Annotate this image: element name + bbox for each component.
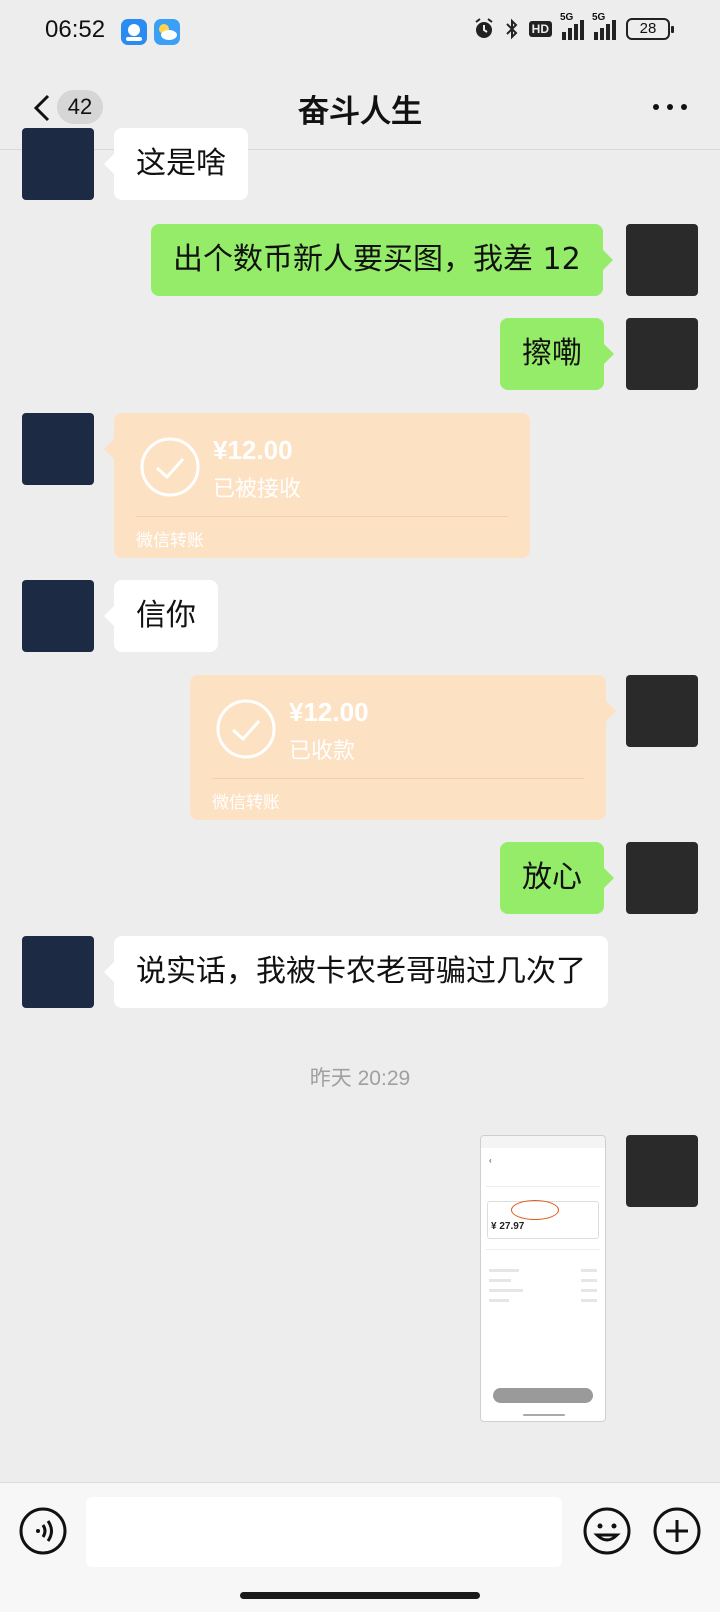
divider <box>212 778 584 779</box>
transfer-label: 微信转账 <box>136 531 204 551</box>
check-circle-icon <box>216 699 276 759</box>
contact-avatar[interactable] <box>22 936 94 1008</box>
my-avatar[interactable] <box>626 224 698 296</box>
alarm-icon <box>475 18 493 38</box>
chat-header: 42 奋斗人生 <box>0 64 720 150</box>
transfer-amount: ¥12.00 <box>289 697 369 727</box>
image-message[interactable]: ‹ ¥ 27.97 <box>480 1135 606 1422</box>
my-avatar[interactable] <box>626 1135 698 1207</box>
message-bubble[interactable]: 出个数币新人要买图，我差 12 <box>151 224 613 296</box>
weather-icon <box>154 19 180 45</box>
contact-avatar[interactable] <box>22 580 94 652</box>
my-avatar[interactable] <box>626 318 698 390</box>
thumbnail-status-bar <box>481 1136 605 1148</box>
chat-title: 奋斗人生 <box>298 94 422 130</box>
thumbnail-button <box>493 1388 593 1403</box>
emoji-icon[interactable] <box>582 1506 632 1556</box>
more-dots-icon[interactable] <box>650 92 690 122</box>
bluetooth-icon <box>505 18 518 40</box>
message-bubble[interactable]: 放心 <box>500 842 614 914</box>
contact-avatar[interactable] <box>22 128 94 200</box>
transfer-card[interactable]: ¥12.00 已被接收 微信转账 <box>104 413 530 558</box>
message-bubble[interactable]: 说实话，我被卡农老哥骗过几次了 <box>104 936 608 1008</box>
thumbnail-text-line <box>489 1279 511 1282</box>
app-notification-icon <box>121 19 147 45</box>
status-bar: 06:52 HD 5G 5G 28 <box>0 0 720 64</box>
thumbnail-text-line <box>489 1299 509 1302</box>
transfer-label: 微信转账 <box>212 793 280 813</box>
transfer-status: 已收款 <box>289 739 356 764</box>
message-input[interactable] <box>86 1497 562 1567</box>
my-avatar[interactable] <box>626 675 698 747</box>
battery-indicator: 28 <box>626 18 674 40</box>
thumbnail-back-icon: ‹ <box>489 1156 492 1165</box>
signal-icon: 5G <box>592 12 616 40</box>
voice-icon[interactable] <box>18 1506 68 1556</box>
thumbnail-text-line <box>489 1289 523 1292</box>
thumbnail-text-line <box>581 1279 597 1282</box>
signal-icon: 5G <box>560 12 584 40</box>
signal-type: 5G <box>560 12 574 23</box>
divider <box>136 516 508 517</box>
hd-voice-badge: HD <box>528 21 552 37</box>
message-bubble[interactable]: 信你 <box>104 580 218 652</box>
thumbnail-amount: ¥ 27.97 <box>491 1221 525 1232</box>
thumbnail-text-line <box>581 1289 597 1292</box>
message-bubble[interactable]: 这是啥 <box>104 128 248 200</box>
message-bubble[interactable]: 擦嘞 <box>500 318 614 390</box>
thumbnail-text-line <box>581 1299 597 1302</box>
transfer-amount: ¥12.00 <box>213 435 293 465</box>
transfer-card[interactable]: ¥12.00 已收款 微信转账 <box>190 675 616 820</box>
highlight-circle <box>511 1200 559 1220</box>
status-time: 06:52 <box>45 16 106 43</box>
thumbnail-text-line <box>581 1269 597 1272</box>
thumbnail-home-bar <box>523 1414 565 1416</box>
transfer-status: 已被接收 <box>213 477 302 502</box>
thumbnail-text-line <box>489 1269 519 1272</box>
check-circle-icon <box>140 437 200 497</box>
plus-circle-icon[interactable] <box>652 1506 702 1556</box>
message-timestamp: 昨天 20:29 <box>309 1067 411 1090</box>
signal-type: 5G <box>592 12 606 23</box>
home-indicator[interactable] <box>240 1592 480 1599</box>
thumbnail-divider <box>486 1249 600 1250</box>
contact-avatar[interactable] <box>22 413 94 485</box>
thumbnail-divider <box>486 1186 600 1187</box>
my-avatar[interactable] <box>626 842 698 914</box>
